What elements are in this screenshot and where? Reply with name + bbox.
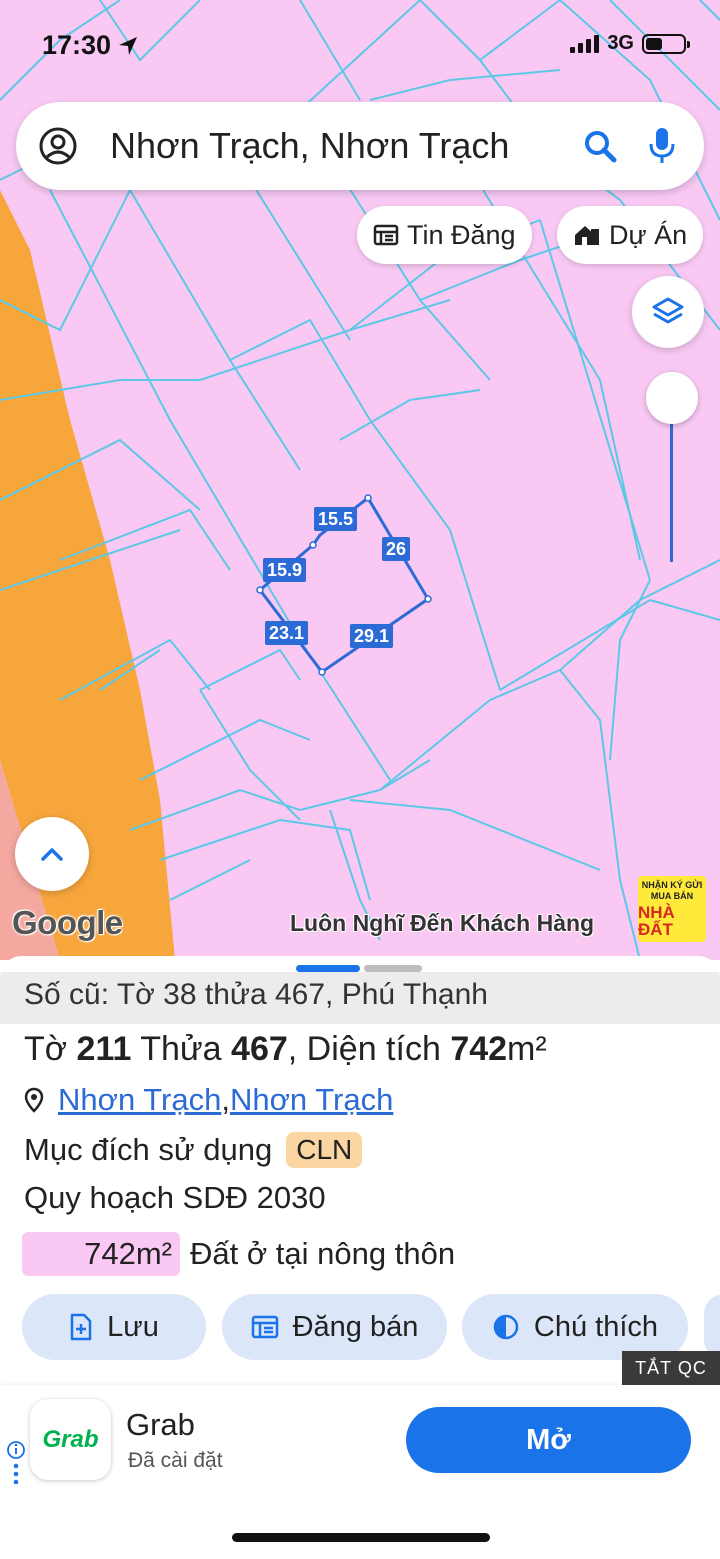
ad-app-name: Grab <box>126 1407 195 1442</box>
location-line: Nhơn Trạch, Nhơn Trạch <box>24 1082 393 1118</box>
sheet-number: 211 <box>76 1030 132 1068</box>
home-indicator[interactable] <box>232 1533 490 1542</box>
listing-icon <box>251 1315 278 1339</box>
save-label: Lưu <box>107 1310 159 1343</box>
plot-label: Thửa <box>140 1030 222 1068</box>
listings-chip[interactable]: Tin Đăng <box>357 206 532 264</box>
status-bar: 17:30 3G <box>0 0 720 92</box>
grab-app-icon[interactable]: Grab <box>30 1399 111 1480</box>
ad-info-icon[interactable] <box>6 1439 26 1489</box>
network-type: 3G <box>607 32 634 54</box>
search-input[interactable]: Nhơn Trạch, Nhơn Trạch <box>110 125 580 167</box>
add-file-icon <box>70 1313 92 1341</box>
planning-area-value: 742m² <box>22 1232 180 1276</box>
planning-area-row: 742m² Đất ở tại nông thôn <box>22 1232 455 1276</box>
legend-label: Chú thích <box>533 1310 659 1343</box>
signal-icon <box>570 34 600 53</box>
parcel-info-sheet[interactable]: Số cũ: Tờ 38 thửa 467, Phú Thạnh Tờ 211 … <box>0 956 720 1386</box>
chevron-up-icon <box>41 848 63 861</box>
dimension-label: 15.9 <box>263 558 307 582</box>
expand-button[interactable] <box>15 817 89 891</box>
map-view[interactable]: 15.5 26 15.9 23.1 29.1 17:30 3G Nhơn Trạ… <box>0 0 720 960</box>
watermark-logo: NHẬN KÝ GỬI MUA BÁN NHÀ ĐẤT <box>638 876 706 942</box>
location-arrow-icon <box>119 36 138 55</box>
area-value: 742 <box>450 1030 508 1068</box>
watermark-logo-line1: NHẬN KÝ GỬI <box>641 879 703 890</box>
dimension-label: 23.1 <box>265 621 309 645</box>
plot-number: 467 <box>231 1030 288 1068</box>
projects-label: Dự Án <box>609 219 688 250</box>
dimension-label: 15.5 <box>314 507 358 531</box>
dimension-label: 26 <box>382 537 411 561</box>
google-logo: Google <box>12 904 123 941</box>
sheet-label: Tờ <box>24 1030 68 1068</box>
status-time: 17:30 <box>42 30 139 61</box>
watermark-text: Luôn Nghĩ Đến Khách Hàng <box>290 910 595 936</box>
post-sale-button[interactable]: Đăng bán <box>222 1294 447 1360</box>
layers-button[interactable] <box>632 276 704 348</box>
clock: 17:30 <box>42 30 112 60</box>
search-icon[interactable] <box>580 126 620 166</box>
planning-area-description: Đất ở tại nông thôn <box>190 1236 456 1271</box>
projects-chip[interactable]: Dự Án <box>557 206 704 264</box>
parcel-summary: Tờ 211 Thửa 467, Diện tích 742m² <box>24 1030 547 1069</box>
open-app-button[interactable]: Mở <box>406 1407 691 1473</box>
watermark-logo-line3: NHÀ ĐẤT <box>638 902 675 939</box>
opacity-slider-track[interactable] <box>670 400 673 562</box>
area-unit: m² <box>507 1030 547 1068</box>
listings-label: Tin Đăng <box>407 219 516 250</box>
old-parcel-info: Số cũ: Tờ 38 thửa 467, Phú Thạnh <box>0 972 720 1024</box>
sheet-drag-handle[interactable] <box>296 965 422 972</box>
location-separator: , <box>221 1082 230 1117</box>
close-ads-button[interactable]: TẮT QC <box>622 1351 720 1385</box>
building-icon <box>575 226 599 245</box>
ad-banner[interactable]: Grab Grab Đã cài đặt Mở <box>0 1385 720 1497</box>
watermark-logo-line2: MUA BÁN <box>650 890 694 901</box>
battery-icon <box>642 33 690 54</box>
search-bar[interactable]: Nhơn Trạch, Nhơn Trạch <box>16 102 704 190</box>
save-button[interactable]: Lưu <box>22 1294 206 1360</box>
land-use-purpose: Mục đích sử dụng CLN <box>24 1132 363 1168</box>
planning-label: Quy hoạch SDĐ 2030 <box>24 1180 326 1215</box>
ward-link[interactable]: Nhơn Trạch <box>58 1082 221 1118</box>
dimension-label: 29.1 <box>350 624 394 648</box>
location-pin-icon <box>24 1087 44 1113</box>
opacity-slider-knob[interactable] <box>646 372 698 424</box>
purpose-label: Mục đích sử dụng <box>24 1132 273 1167</box>
district-link[interactable]: Nhơn Trạch <box>230 1082 393 1118</box>
purpose-code-badge: CLN <box>286 1132 363 1168</box>
post-sale-label: Đăng bán <box>292 1310 419 1343</box>
microphone-icon[interactable] <box>642 126 682 166</box>
listings-icon <box>373 224 399 246</box>
contrast-icon <box>493 1314 519 1340</box>
layers-icon <box>652 297 684 324</box>
status-indicators: 3G <box>570 32 690 55</box>
account-icon[interactable] <box>38 126 78 166</box>
area-label: , Diện tích <box>287 1030 441 1068</box>
ad-install-status: Đã cài đặt <box>128 1449 223 1472</box>
